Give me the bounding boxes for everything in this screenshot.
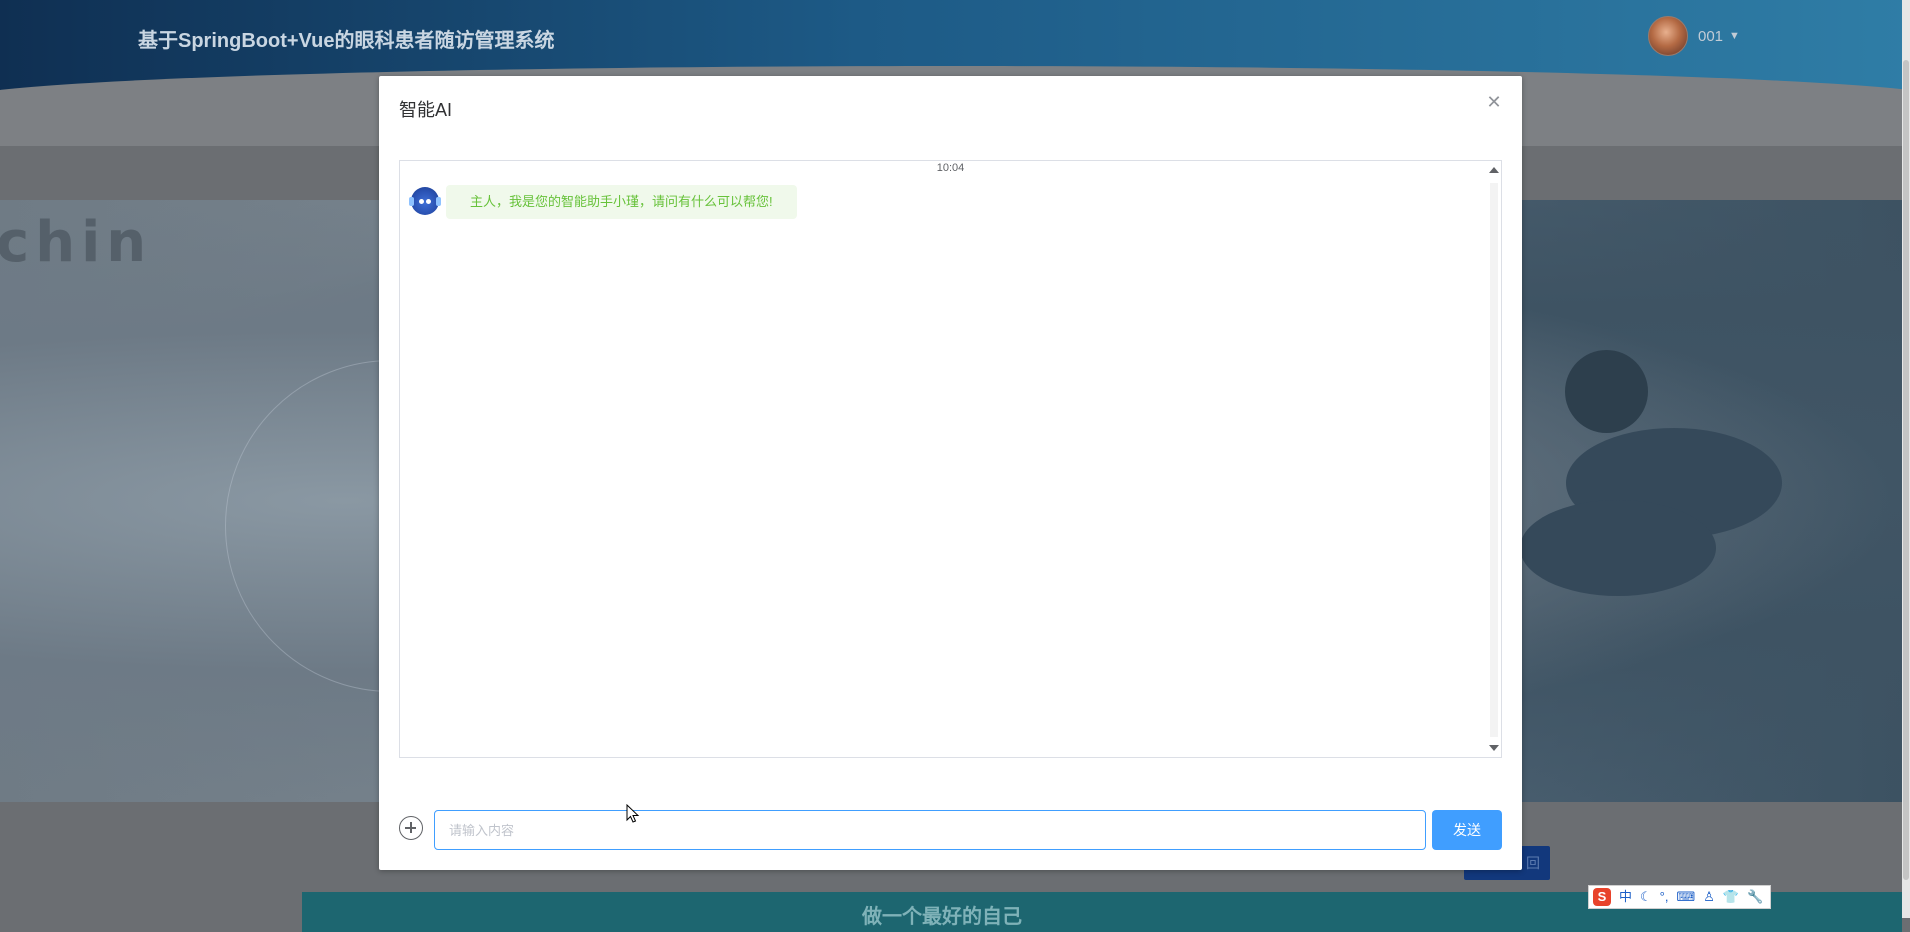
scroll-down-icon[interactable] bbox=[1489, 745, 1499, 751]
avatar[interactable] bbox=[1648, 16, 1688, 56]
banner-decoration bbox=[1565, 350, 1648, 433]
chat-scrollbar[interactable] bbox=[1487, 161, 1501, 757]
footer-text: 做一个最好的自己 bbox=[862, 906, 1022, 928]
user-menu[interactable]: 001 ▼ bbox=[1648, 16, 1740, 56]
chevron-down-icon[interactable]: ▼ bbox=[1729, 30, 1740, 42]
banner-decoration bbox=[1520, 500, 1716, 596]
ime-chinese-mode[interactable]: 中 bbox=[1619, 888, 1632, 906]
user-name[interactable]: 001 bbox=[1698, 28, 1723, 45]
user-icon[interactable]: ♙ bbox=[1703, 888, 1715, 906]
page-scrollbar-thumb[interactable] bbox=[1903, 60, 1909, 880]
keyboard-icon[interactable]: ⌨ bbox=[1676, 888, 1695, 906]
ai-chat-dialog: 智能AI ✕ 10:04 主人，我是您的智能助手小瑾，请问有什么可以帮您! 发送 bbox=[379, 76, 1522, 870]
moon-icon[interactable]: ☾ bbox=[1640, 888, 1652, 906]
chat-messages: 10:04 主人，我是您的智能助手小瑾，请问有什么可以帮您! bbox=[399, 160, 1502, 758]
punctuation-icon[interactable]: °, bbox=[1660, 888, 1669, 906]
message-input[interactable] bbox=[434, 810, 1426, 850]
close-icon[interactable]: ✕ bbox=[1484, 92, 1504, 112]
mouse-cursor-icon bbox=[626, 804, 640, 823]
chat-scroll-track[interactable] bbox=[1490, 183, 1498, 737]
skin-icon[interactable]: 👕 bbox=[1723, 888, 1739, 906]
page-scrollbar[interactable] bbox=[1902, 0, 1910, 918]
send-button[interactable]: 发送 bbox=[1432, 810, 1502, 850]
page-title: 基于SpringBoot+Vue的眼科患者随访管理系统 bbox=[138, 30, 555, 52]
scroll-up-icon[interactable] bbox=[1489, 167, 1499, 173]
plus-circle-icon[interactable] bbox=[399, 816, 423, 840]
message-time: 10:04 bbox=[936, 162, 965, 174]
ime-logo-icon[interactable]: S bbox=[1593, 888, 1611, 906]
ime-toolbar[interactable]: S 中 ☾ °, ⌨ ♙ 👕 🔧 bbox=[1588, 885, 1771, 909]
banner-text: chin bbox=[0, 210, 153, 275]
dialog-title: 智能AI bbox=[399, 100, 453, 120]
robot-icon bbox=[409, 187, 441, 215]
bot-message: 主人，我是您的智能助手小瑾，请问有什么可以帮您! bbox=[446, 185, 797, 219]
wrench-icon[interactable]: 🔧 bbox=[1747, 888, 1763, 906]
